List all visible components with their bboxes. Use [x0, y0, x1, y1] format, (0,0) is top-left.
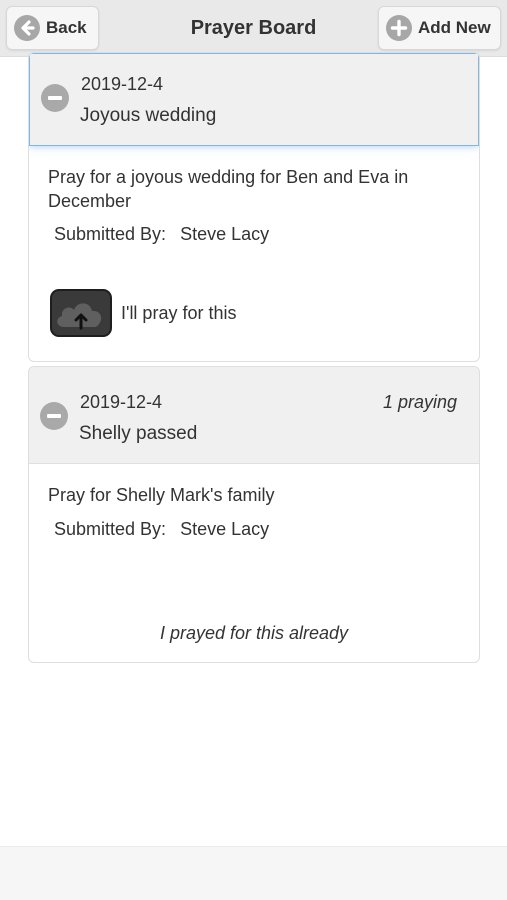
prayer-card-header[interactable]: 2019-12-4 Joyous wedding: [29, 53, 479, 146]
app-header: Back Prayer Board Add New: [0, 0, 507, 57]
prayer-card-header[interactable]: 2019-12-4 1 praying Shelly passed: [29, 367, 479, 464]
pray-for-this-button[interactable]: I'll pray for this: [50, 289, 236, 337]
minus-circle-icon[interactable]: [41, 84, 69, 112]
prayed-status: I prayed for this already: [159, 623, 349, 643]
prayer-card: 2019-12-4 1 praying Shelly passed Pray f…: [28, 366, 480, 663]
add-new-button-label: Add New: [418, 18, 491, 37]
app-footer: [0, 846, 507, 900]
plus-icon: [386, 15, 412, 41]
prayer-subject: Joyous wedding: [80, 105, 217, 126]
prayer-body: Pray for a joyous wedding for Ben and Ev…: [48, 167, 409, 211]
prayer-date: 2019-12-4: [80, 392, 163, 412]
prayer-card: 2019-12-4 Joyous wedding Pray for a joyo…: [28, 52, 480, 362]
submitted-by-label: Submitted By:: [54, 224, 167, 244]
submitted-by: Submitted By: Steve Lacy: [54, 519, 269, 540]
prayer-body: Pray for Shelly Mark's family: [48, 485, 275, 505]
cloud-upload-icon: [50, 289, 112, 337]
submitted-by-name: Steve Lacy: [180, 519, 270, 539]
submitted-by-label: Submitted By:: [54, 519, 167, 539]
prayer-date: 2019-12-4: [81, 74, 164, 94]
praying-count: 1 praying: [382, 392, 457, 412]
pray-for-this-label: I'll pray for this: [121, 302, 237, 323]
prayer-subject: Shelly passed: [79, 423, 198, 444]
submitted-by-name: Steve Lacy: [180, 224, 270, 244]
minus-circle-icon[interactable]: [40, 402, 68, 430]
add-new-button[interactable]: Add New: [378, 6, 501, 50]
submitted-by: Submitted By: Steve Lacy: [54, 224, 269, 245]
